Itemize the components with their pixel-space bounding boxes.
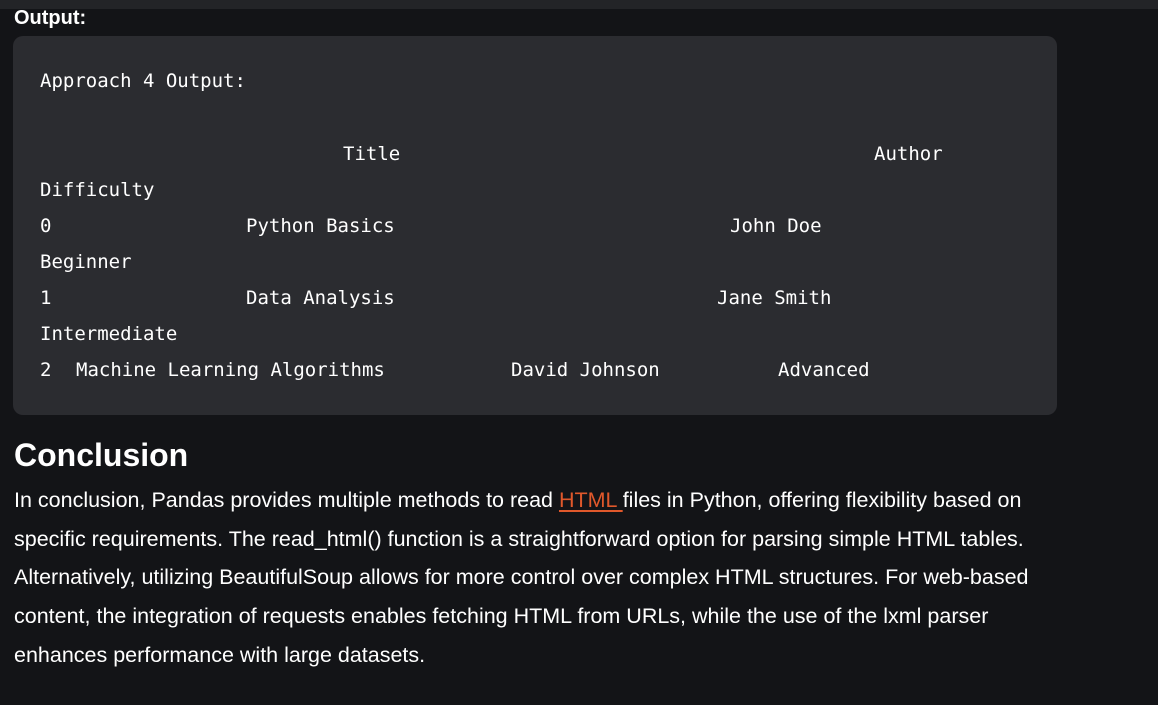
column-header-difficulty: Difficulty	[40, 179, 155, 201]
row-author: John Doe	[730, 215, 822, 237]
column-header-title: Title	[343, 143, 401, 165]
conclusion-text-rest: files in Python, offering flexibility ba…	[14, 488, 1029, 667]
html-link[interactable]: HTML	[559, 488, 623, 512]
row-title: Python Basics	[246, 215, 395, 237]
row-difficulty: Intermediate	[40, 323, 178, 345]
row-title: Machine Learning Algorithms	[76, 359, 385, 381]
code-output-block: Approach 4 Output: Title Author Difficul…	[13, 36, 1057, 415]
output-header-line: Approach 4 Output:	[40, 70, 246, 92]
output-label: Output:	[14, 7, 87, 29]
row-difficulty: Beginner	[40, 251, 132, 273]
conclusion-text-start: In conclusion, Pandas provides multiple …	[14, 488, 559, 512]
row-difficulty: Advanced	[778, 359, 870, 381]
row-index: 2	[40, 359, 52, 381]
row-index: 1	[40, 287, 52, 309]
column-header-author: Author	[874, 143, 943, 165]
conclusion-paragraph: In conclusion, Pandas provides multiple …	[14, 481, 1074, 675]
row-author: David Johnson	[511, 359, 660, 381]
row-index: 0	[40, 215, 52, 237]
row-title: Data Analysis	[246, 287, 395, 309]
row-author: Jane Smith	[717, 287, 832, 309]
conclusion-heading: Conclusion	[14, 437, 189, 473]
top-divider-strip	[0, 0, 1158, 9]
